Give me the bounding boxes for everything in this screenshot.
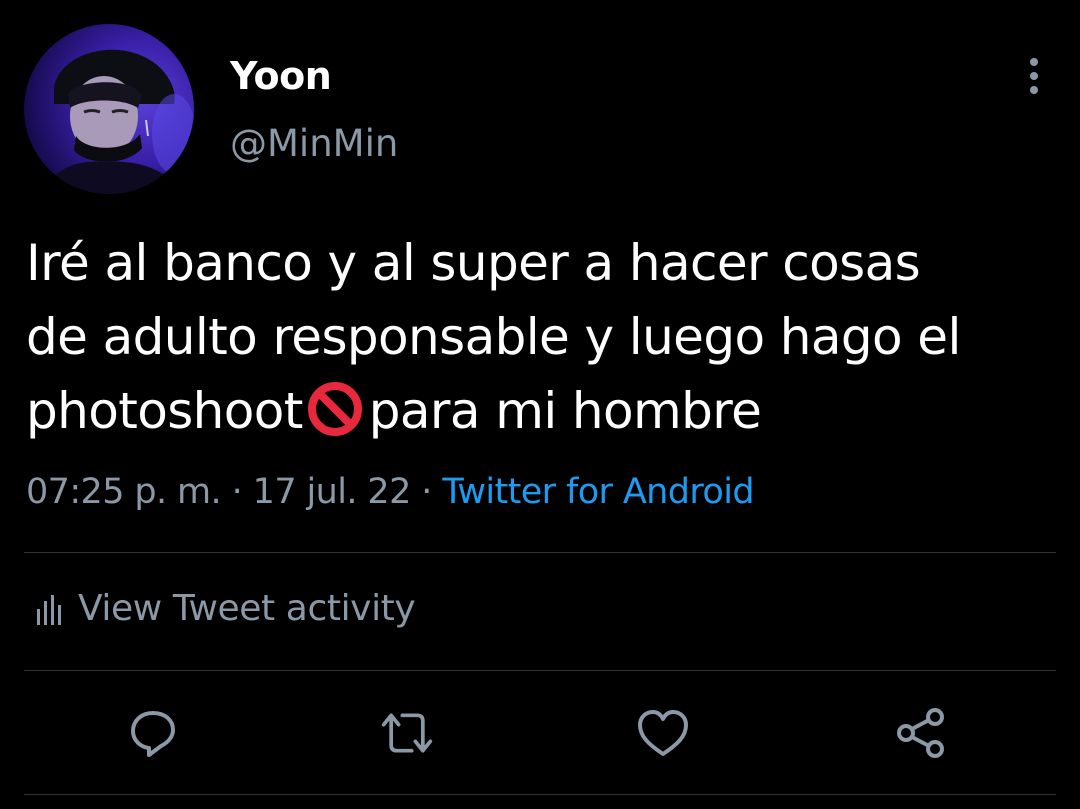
retweet-icon xyxy=(381,713,433,753)
heart-icon xyxy=(638,710,688,756)
divider xyxy=(24,670,1056,671)
tweet-text-line-1: Iré al banco y al super a hacer cosas xyxy=(26,234,921,292)
tweet-text-line-3-start: photoshoot xyxy=(26,382,303,440)
meta-separator: · xyxy=(231,472,243,512)
retweet-button[interactable] xyxy=(380,706,434,760)
tweet-source-link[interactable]: Twitter for Android xyxy=(442,472,754,512)
no-entry-sign-emoji xyxy=(307,382,362,436)
tweet-text-line-2: de adulto responsable y luego hago el xyxy=(26,308,961,366)
more-vertical-icon xyxy=(1030,58,1038,94)
bar-chart-icon xyxy=(37,594,61,625)
share-button[interactable] xyxy=(894,706,948,760)
divider xyxy=(24,552,1056,553)
tweet-date: 17 jul. 22 xyxy=(252,472,412,512)
tweet-detail: Yoon @MinMin Iré al banco y al super a h… xyxy=(0,0,1080,809)
like-button[interactable] xyxy=(636,706,690,760)
reply-button[interactable] xyxy=(126,706,180,760)
more-options-button[interactable] xyxy=(1014,54,1054,98)
tweet-text: Iré al banco y al super a hacer cosas de… xyxy=(26,226,1046,448)
author-handle[interactable]: @MinMin xyxy=(230,122,398,165)
tweet-time: 07:25 p. m. xyxy=(26,472,222,512)
tweet-text-line-3: photoshoot para mi hombre xyxy=(26,374,1046,448)
tweet-text-line-3-end: para mi hombre xyxy=(368,382,762,440)
avatar[interactable] xyxy=(24,24,194,194)
author-display-name[interactable]: Yoon xyxy=(230,54,332,98)
avatar-photo xyxy=(44,49,194,194)
reply-icon xyxy=(131,711,175,757)
view-tweet-activity-button[interactable]: View Tweet activity xyxy=(36,588,416,629)
meta-separator: · xyxy=(421,472,432,512)
view-tweet-activity-label: View Tweet activity xyxy=(78,588,416,629)
tweet-meta: 07:25 p. m. · 17 jul. 22 · Twitter for A… xyxy=(26,472,755,512)
divider xyxy=(24,794,1056,795)
share-icon xyxy=(897,708,944,758)
